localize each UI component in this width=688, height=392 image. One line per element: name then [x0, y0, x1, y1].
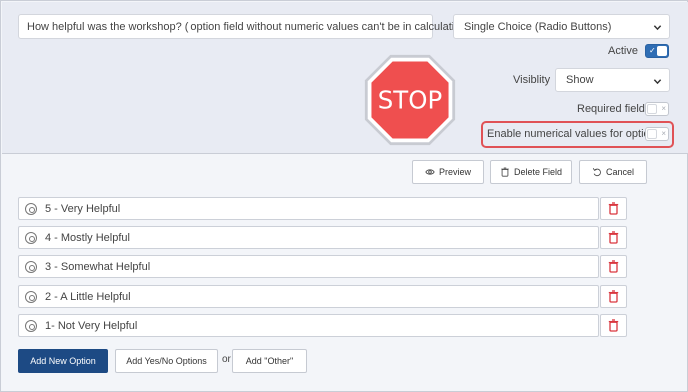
- undo-icon: [592, 168, 601, 177]
- chevron-down-icon: [653, 25, 662, 31]
- trash-icon: [608, 231, 619, 244]
- radio-icon: [25, 202, 37, 215]
- or-separator: or: [222, 354, 231, 365]
- delete-option-button[interactable]: [600, 285, 627, 308]
- numerical-values-toggle[interactable]: ×: [645, 127, 669, 141]
- question-text-start: How helpful was the workshop? (: [27, 20, 189, 33]
- x-icon: ×: [661, 129, 666, 138]
- required-toggle[interactable]: ×: [645, 102, 669, 116]
- add-new-option-button[interactable]: Add New Option: [18, 349, 108, 373]
- trash-icon: [608, 260, 619, 273]
- visibility-select[interactable]: Show: [555, 68, 670, 92]
- add-yes-no-options-button[interactable]: Add Yes/No Options: [115, 349, 218, 373]
- trash-icon: [608, 202, 619, 215]
- radio-icon: [25, 231, 37, 244]
- toggle-knob: [647, 104, 657, 114]
- question-text-input[interactable]: How helpful was the workshop? ( option f…: [18, 14, 476, 39]
- chevron-down-icon: [653, 79, 662, 85]
- numerical-values-label: Enable numerical values for options: [487, 128, 662, 140]
- stop-sign-text: STOP: [378, 85, 442, 114]
- eye-icon: [425, 169, 435, 175]
- check-icon: ✓: [649, 46, 656, 55]
- option-label: 3 - Somewhat Helpful: [45, 260, 151, 273]
- delete-option-button[interactable]: [600, 197, 627, 220]
- option-row[interactable]: 4 - Mostly Helpful: [18, 226, 599, 249]
- field-type-select[interactable]: Single Choice (Radio Buttons): [453, 14, 670, 39]
- preview-button[interactable]: Preview: [412, 160, 484, 184]
- option-row[interactable]: 5 - Very Helpful: [18, 197, 599, 220]
- active-label: Active: [608, 45, 638, 57]
- preview-label: Preview: [438, 167, 471, 177]
- add-other-button[interactable]: Add "Other": [232, 349, 307, 373]
- visibility-value: Show: [566, 74, 594, 86]
- active-toggle[interactable]: ✓: [645, 44, 669, 58]
- x-icon: ×: [661, 104, 666, 113]
- trash-icon: [608, 290, 619, 303]
- field-type-value: Single Choice (Radio Buttons): [464, 20, 612, 33]
- form-field-editor: How helpful was the workshop? ( option f…: [0, 0, 688, 392]
- radio-icon: [25, 260, 37, 273]
- delete-option-button[interactable]: [600, 226, 627, 249]
- radio-icon: [25, 319, 37, 332]
- question-text-end: option field without numeric values can'…: [190, 20, 476, 33]
- option-label: 5 - Very Helpful: [45, 202, 121, 215]
- field-settings-panel: How helpful was the workshop? ( option f…: [2, 2, 688, 154]
- radio-icon: [25, 290, 37, 303]
- required-label: Required field: [577, 103, 645, 115]
- option-label: 4 - Mostly Helpful: [45, 231, 130, 244]
- option-label: 2 - A Little Helpful: [45, 290, 131, 303]
- option-label: 1- Not Very Helpful: [45, 319, 138, 332]
- stop-sign-icon: STOP: [364, 54, 456, 146]
- delete-field-button[interactable]: Delete Field: [490, 160, 572, 184]
- delete-option-button[interactable]: [600, 314, 627, 337]
- option-row[interactable]: 3 - Somewhat Helpful: [18, 255, 599, 278]
- cancel-button[interactable]: Cancel: [579, 160, 647, 184]
- toggle-knob: [647, 129, 657, 139]
- trash-icon: [501, 167, 509, 177]
- delete-field-label: Delete Field: [513, 167, 563, 177]
- option-row[interactable]: 2 - A Little Helpful: [18, 285, 599, 308]
- delete-option-button[interactable]: [600, 255, 627, 278]
- toggle-knob: [657, 46, 667, 56]
- trash-icon: [608, 319, 619, 332]
- option-row[interactable]: 1- Not Very Helpful: [18, 314, 599, 337]
- cancel-label: Cancel: [605, 167, 634, 177]
- visibility-label: Visiblity: [513, 74, 551, 86]
